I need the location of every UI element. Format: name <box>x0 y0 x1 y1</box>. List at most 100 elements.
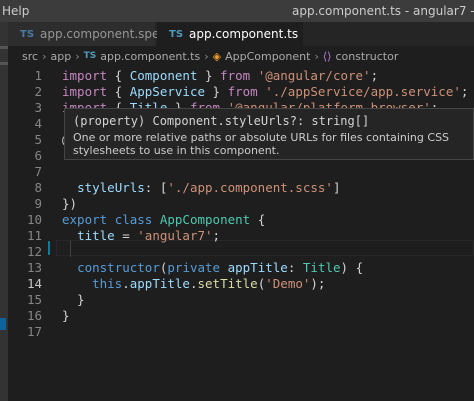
code-token: styleUrls <box>77 180 145 195</box>
line-number: 8 <box>34 180 42 195</box>
tab-app-component[interactable]: TS app.component.ts <box>157 22 303 46</box>
code-token: }) <box>62 196 78 211</box>
code-text[interactable]: title = 'angular7'; <box>62 228 220 244</box>
title-bar: Help app.component.ts - angular7 - Vis <box>0 0 474 22</box>
line-number: 17 <box>26 324 42 339</box>
code-text[interactable]: }) <box>62 196 77 212</box>
code-token: { <box>250 212 266 227</box>
code-token: title <box>77 228 115 243</box>
code-token: AppComponent <box>159 212 251 227</box>
line-number: 1 <box>34 68 42 83</box>
code-text[interactable]: export class AppComponent { <box>62 212 265 228</box>
chevron-right-icon: › <box>204 49 209 63</box>
breadcrumb: src › app › TS app.component.ts › ◈ AppC… <box>8 47 474 65</box>
code-line[interactable]: 11 title = 'angular7'; <box>8 228 474 244</box>
code-token: class <box>114 212 153 227</box>
code-token: ; <box>370 68 379 83</box>
typescript-file-icon: TS <box>20 28 35 40</box>
tab-bar: TS app.component.spec.ts TS app.componen… <box>8 22 474 46</box>
code-token: = <box>114 228 138 243</box>
line-number: 7 <box>34 164 42 179</box>
code-line[interactable]: 10 export class AppComponent { <box>8 212 474 228</box>
hover-signature: (property) Component.styleUrls?: string[… <box>73 114 370 128</box>
code-token: : <box>287 260 303 275</box>
code-token: . <box>189 276 198 291</box>
class-icon: ◈ <box>212 49 222 63</box>
code-line[interactable]: 14 this.appTitle.setTitle('Demo'); <box>8 276 474 292</box>
code-token: ] <box>332 180 341 195</box>
code-token: appTitle <box>129 276 190 291</box>
code-token: appTitle <box>227 260 288 275</box>
activity-icon[interactable] <box>0 46 8 49</box>
code-token: } <box>205 84 228 99</box>
window-title: app.component.ts - angular7 - Vis <box>292 4 474 18</box>
line-number: 13 <box>26 260 42 275</box>
menu-help[interactable]: Help <box>2 4 29 18</box>
code-line[interactable]: 2 import { AppService } from './appServic… <box>8 84 474 100</box>
code-token: './app.component.scss' <box>167 180 333 195</box>
line-number: 12 <box>26 244 42 259</box>
code-token: : [ <box>144 180 168 195</box>
code-line[interactable]: 12 <box>8 244 474 260</box>
breadcrumb-method[interactable]: constructor <box>335 50 398 63</box>
code-token: { <box>107 84 130 99</box>
activity-bar <box>0 22 8 401</box>
code-token: } <box>62 308 70 323</box>
code-line[interactable]: 8 styleUrls: ['./app.component.scss'] <box>8 180 474 196</box>
method-icon: ⟨⟩ <box>322 49 332 63</box>
code-text[interactable]: } <box>62 308 70 324</box>
code-token: 'angular7' <box>137 228 213 243</box>
code-token: export <box>62 212 108 227</box>
code-token: { <box>107 68 130 83</box>
typescript-file-icon: TS <box>83 51 97 61</box>
code-line[interactable]: 13 constructor(private appTitle: Title) … <box>8 260 474 276</box>
line-number: 3 <box>34 100 42 115</box>
hover-tooltip: (property) Component.styleUrls?: string[… <box>64 108 474 160</box>
active-view-indicator <box>0 318 6 330</box>
code-token: import <box>62 68 108 83</box>
chevron-right-icon: › <box>42 49 47 63</box>
activity-icon[interactable] <box>0 62 8 65</box>
chevron-right-icon: › <box>314 49 319 63</box>
code-line[interactable]: 15 } <box>8 292 474 308</box>
tab-label: app.component.ts <box>189 27 299 41</box>
code-text[interactable]: } <box>62 292 85 308</box>
line-number: 11 <box>26 228 42 243</box>
code-token: Component <box>129 68 198 83</box>
tab-app-component-spec[interactable]: TS app.component.spec.ts <box>8 22 181 46</box>
code-text[interactable]: constructor(private appTitle: Title) { <box>62 260 363 276</box>
code-token: private <box>167 260 221 275</box>
chevron-right-icon: › <box>75 49 80 63</box>
code-text[interactable]: import { AppService } from './appService… <box>62 84 468 100</box>
code-token: } <box>197 68 221 83</box>
code-line[interactable]: 17 <box>8 324 474 340</box>
code-token: constructor <box>77 260 160 275</box>
line-number: 9 <box>34 196 42 211</box>
code-text[interactable]: import { Component } from '@angular/core… <box>62 68 378 84</box>
code-token: '@angular/core' <box>257 68 371 83</box>
line-number: 5 <box>34 132 42 147</box>
breadcrumb-file[interactable]: app.component.ts <box>100 50 200 63</box>
breadcrumb-src[interactable]: src <box>22 50 38 63</box>
code-line[interactable]: 1 import { Component } from '@angular/cor… <box>8 68 474 84</box>
code-text[interactable]: styleUrls: ['./app.component.scss'] <box>62 180 340 196</box>
code-line[interactable]: 7 <box>8 164 474 180</box>
code-token: this <box>92 276 123 291</box>
code-token: 'Demo' <box>265 276 311 291</box>
hover-description: One or more relative paths or absolute U… <box>73 131 450 157</box>
line-number: 6 <box>34 148 42 163</box>
code-token: setTitle <box>197 276 258 291</box>
breadcrumb-app[interactable]: app <box>50 50 71 63</box>
code-text[interactable]: this.appTitle.setTitle('Demo'); <box>62 276 325 292</box>
breadcrumb-class[interactable]: AppComponent <box>225 50 310 63</box>
code-token: ; <box>212 228 221 243</box>
code-token: ; <box>460 84 469 99</box>
line-number: 14 <box>26 276 42 291</box>
code-line[interactable]: 9}) <box>8 196 474 212</box>
code-line[interactable]: 16} <box>8 308 474 324</box>
